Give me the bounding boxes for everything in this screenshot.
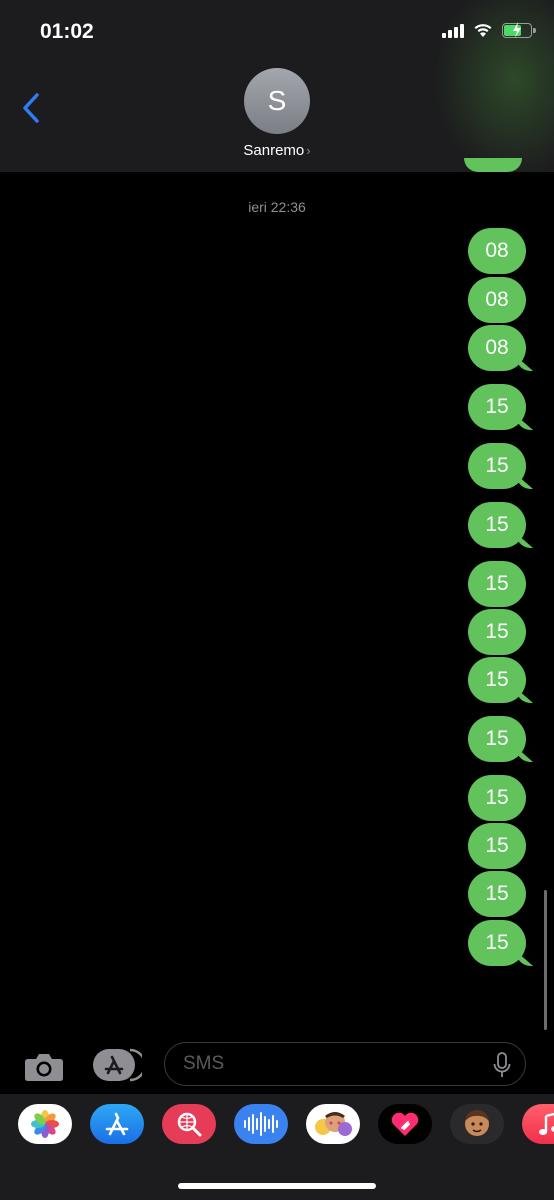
microphone-icon[interactable] <box>493 1052 511 1078</box>
message-text: 15 <box>485 572 509 595</box>
message-bubble[interactable]: 15 <box>468 920 526 966</box>
message-text: 08 <box>485 336 509 359</box>
audio-message-app-icon[interactable] <box>234 1104 288 1144</box>
sms-input[interactable]: SMS <box>164 1042 526 1086</box>
message-bubble[interactable]: 15 <box>468 384 526 430</box>
message-bubble[interactable]: 08 <box>468 325 526 371</box>
message-bubble[interactable]: 15 <box>468 823 526 869</box>
message-text: 15 <box>485 882 509 905</box>
digital-touch-app-icon[interactable] <box>378 1104 432 1144</box>
memoji-stickers-app-icon[interactable] <box>306 1104 360 1144</box>
camera-icon[interactable] <box>24 1050 64 1082</box>
message-bubble[interactable]: 08 <box>468 277 526 323</box>
message-text: 15 <box>485 620 509 643</box>
message-bubble[interactable]: 15 <box>468 775 526 821</box>
message-bubble[interactable]: 15 <box>468 657 526 703</box>
images-search-app-icon[interactable] <box>162 1104 216 1144</box>
message-bubble[interactable]: 15 <box>468 561 526 607</box>
music-app-icon[interactable] <box>522 1104 554 1144</box>
message-bubble[interactable]: 08 <box>468 228 526 274</box>
message-bubble[interactable]: 15 <box>468 502 526 548</box>
message-bubble[interactable]: 15 <box>468 443 526 489</box>
app-store-icon[interactable] <box>92 1048 142 1082</box>
message-bubble[interactable]: 15 <box>468 716 526 762</box>
memoji-app-icon[interactable] <box>450 1104 504 1144</box>
app-store-app-icon[interactable] <box>90 1104 144 1144</box>
message-text: 08 <box>485 239 509 262</box>
message-text: 15 <box>485 513 509 536</box>
photos-app-icon[interactable] <box>18 1104 72 1144</box>
sms-placeholder: SMS <box>183 1053 225 1074</box>
message-text: 15 <box>485 454 509 477</box>
message-text: 15 <box>485 727 509 750</box>
message-text: 15 <box>485 395 509 418</box>
home-indicator[interactable] <box>178 1183 376 1189</box>
scroll-indicator[interactable] <box>544 890 547 1030</box>
message-list: 08 08 08 15 15 15 15 15 15 15 15 15 15 15 <box>0 0 554 1040</box>
message-text: 15 <box>485 668 509 691</box>
message-text: 15 <box>485 834 509 857</box>
message-text: 15 <box>485 786 509 809</box>
message-text: 15 <box>485 931 509 954</box>
message-bubble[interactable]: 15 <box>468 871 526 917</box>
message-bubble[interactable]: 15 <box>468 609 526 655</box>
message-text: 08 <box>485 288 509 311</box>
